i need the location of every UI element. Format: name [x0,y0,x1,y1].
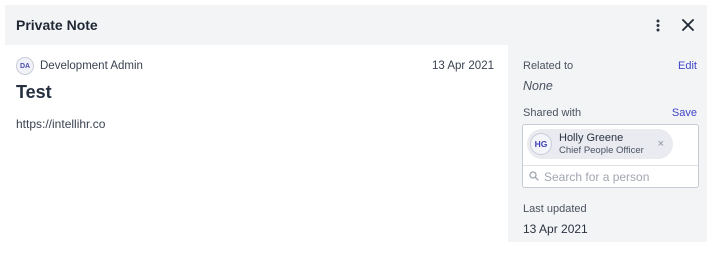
shared-row: Shared with Save [523,107,697,119]
author-avatar: DA [16,57,34,75]
person-name: Holly Greene [559,131,624,144]
related-edit-link[interactable]: Edit [678,60,697,72]
note-author-row: DA Development Admin 13 Apr 2021 [16,57,494,75]
more-options-icon[interactable] [650,17,666,33]
shared-label: Shared with [523,107,582,119]
note-sidebar: Related to Edit None Shared with Save HG… [508,45,707,242]
related-value: None [523,79,553,93]
note-content: DA Development Admin 13 Apr 2021 Test ht… [5,45,508,242]
person-avatar: HG [530,133,552,155]
shared-save-link[interactable]: Save [672,107,697,119]
person-search-row [523,165,698,187]
person-chip: HG Holly Greene Chief People Officer × [527,129,673,159]
note-title: Test [16,82,52,102]
related-label: Related to [523,60,574,72]
remove-person-icon[interactable]: × [658,138,664,150]
search-icon [529,168,539,186]
note-body: https://intellihr.co [16,117,106,131]
person-role: Chief People Officer [559,144,644,156]
shared-with-field: HG Holly Greene Chief People Officer × [522,124,699,188]
modal-title: Private Note [16,17,98,33]
author-name: Development Admin [40,60,143,72]
note-date: 13 Apr 2021 [431,60,494,72]
modal-header: Private Note [5,5,707,45]
person-search-input[interactable] [544,169,694,184]
last-updated-label: Last updated [523,203,587,215]
close-icon[interactable] [680,17,696,33]
last-updated-value: 13 Apr 2021 [523,222,588,236]
related-row: Related to Edit [523,60,697,72]
